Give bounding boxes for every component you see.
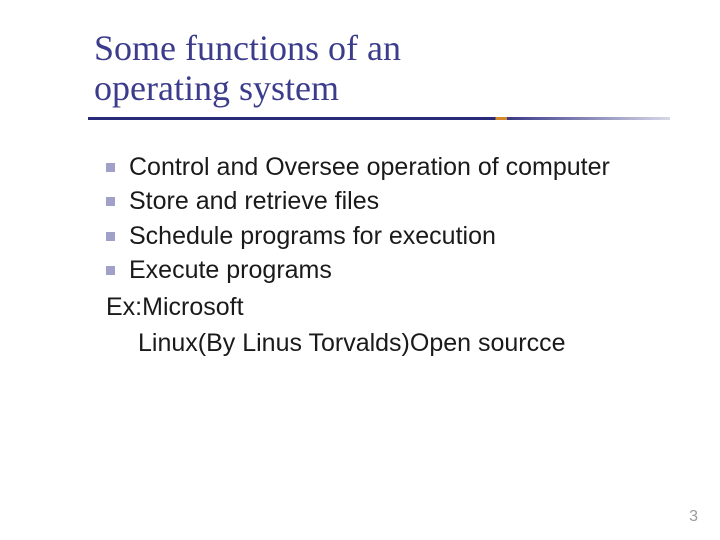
- bullet-text: Schedule programs for execution: [129, 219, 692, 254]
- title-line-2: operating system: [94, 68, 339, 108]
- title-underline: [88, 117, 670, 120]
- slide: Some functions of an operating system Co…: [0, 0, 720, 540]
- bullet-text: Control and Oversee operation of compute…: [129, 150, 692, 185]
- bullet-text: Store and retrieve files: [129, 184, 692, 219]
- square-bullet-icon: [106, 232, 115, 241]
- page-number: 3: [689, 508, 698, 526]
- square-bullet-icon: [106, 197, 115, 206]
- square-bullet-icon: [106, 266, 115, 275]
- list-item: Control and Oversee operation of compute…: [106, 150, 692, 185]
- example-detail: Linux(By Linus Torvalds)Open sourcce: [106, 326, 692, 361]
- example-line: Ex:Microsoft: [106, 290, 692, 325]
- slide-body: Control and Oversee operation of compute…: [94, 150, 692, 361]
- list-item: Execute programs: [106, 253, 692, 288]
- slide-title: Some functions of an operating system: [94, 28, 692, 109]
- square-bullet-icon: [106, 163, 115, 172]
- title-line-1: Some functions of an: [94, 28, 401, 68]
- list-item: Store and retrieve files: [106, 184, 692, 219]
- bullet-text: Execute programs: [129, 253, 692, 288]
- list-item: Schedule programs for execution: [106, 219, 692, 254]
